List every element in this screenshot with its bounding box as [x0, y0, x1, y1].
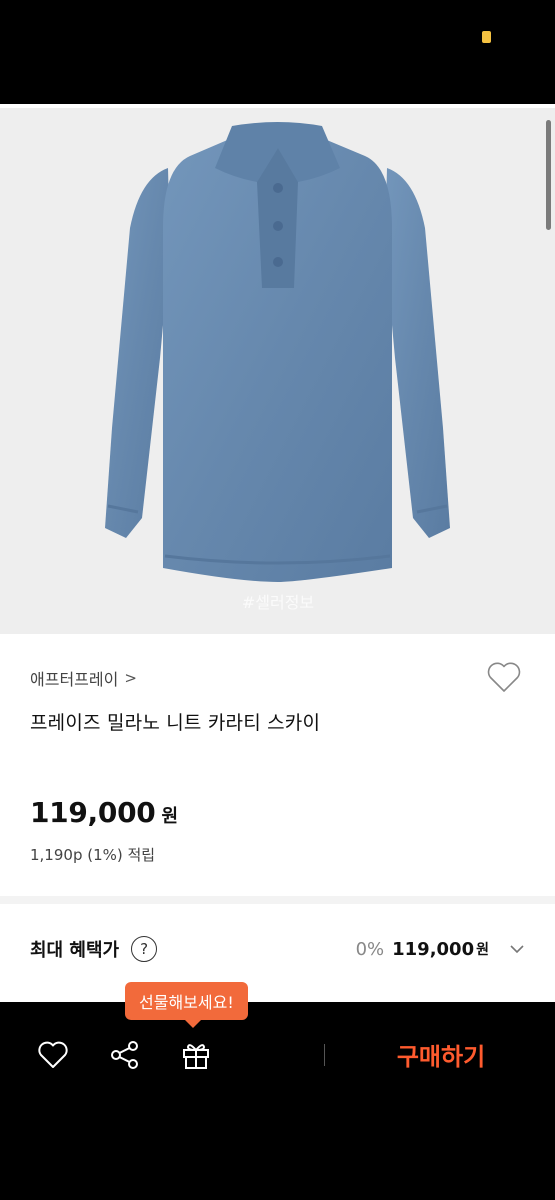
product-image[interactable]: #셀러정보 [0, 108, 555, 634]
brand-link[interactable]: 애프터프레이 > [30, 666, 137, 690]
scrollbar-thumb[interactable] [546, 120, 551, 230]
max-benefit-row[interactable]: 최대 혜택가 ? 0% 119,000 원 [30, 932, 525, 966]
price-unit: 원 [161, 806, 178, 827]
buy-button[interactable]: 구매하기 [366, 1032, 516, 1076]
price-value: 119,000 [30, 796, 156, 829]
share-icon[interactable] [108, 1038, 142, 1072]
price: 119,000 원 [30, 796, 178, 829]
max-benefit-label: 최대 혜택가 [30, 940, 120, 961]
section-divider [0, 896, 555, 904]
heart-icon[interactable] [36, 1038, 70, 1072]
product-page: #셀러정보 애프터프레이 > 프레이즈 밀라노 니트 카라티 스카이 119,0… [0, 104, 555, 1002]
chevron-right-icon: > [124, 669, 137, 687]
help-icon[interactable]: ? [131, 936, 158, 962]
gift-icon[interactable] [179, 1038, 213, 1072]
bottom-action-bar: 선물해보세요! 구매하기 [0, 982, 555, 1200]
sweater-illustration: #셀러정보 [105, 122, 450, 612]
privacy-indicator [482, 31, 491, 43]
reward-points: 1,190p (1%) 적립 [30, 846, 156, 864]
brand-name: 애프터프레이 [30, 670, 119, 689]
image-watermark: #셀러정보 [242, 593, 314, 612]
chevron-down-icon[interactable] [509, 941, 525, 957]
bottom-bar-separator [324, 1044, 325, 1066]
wishlist-heart-icon[interactable] [486, 660, 522, 694]
benefit-percent: 0% [355, 938, 385, 960]
benefit-price: 119,000 [392, 938, 475, 960]
gift-tooltip: 선물해보세요! [125, 982, 248, 1028]
product-name: 프레이즈 밀라노 니트 카라티 스카이 [30, 712, 321, 734]
benefit-unit: 원 [476, 942, 489, 958]
status-bar [0, 0, 555, 104]
benefit-summary: 0% 119,000 원 [356, 939, 525, 960]
